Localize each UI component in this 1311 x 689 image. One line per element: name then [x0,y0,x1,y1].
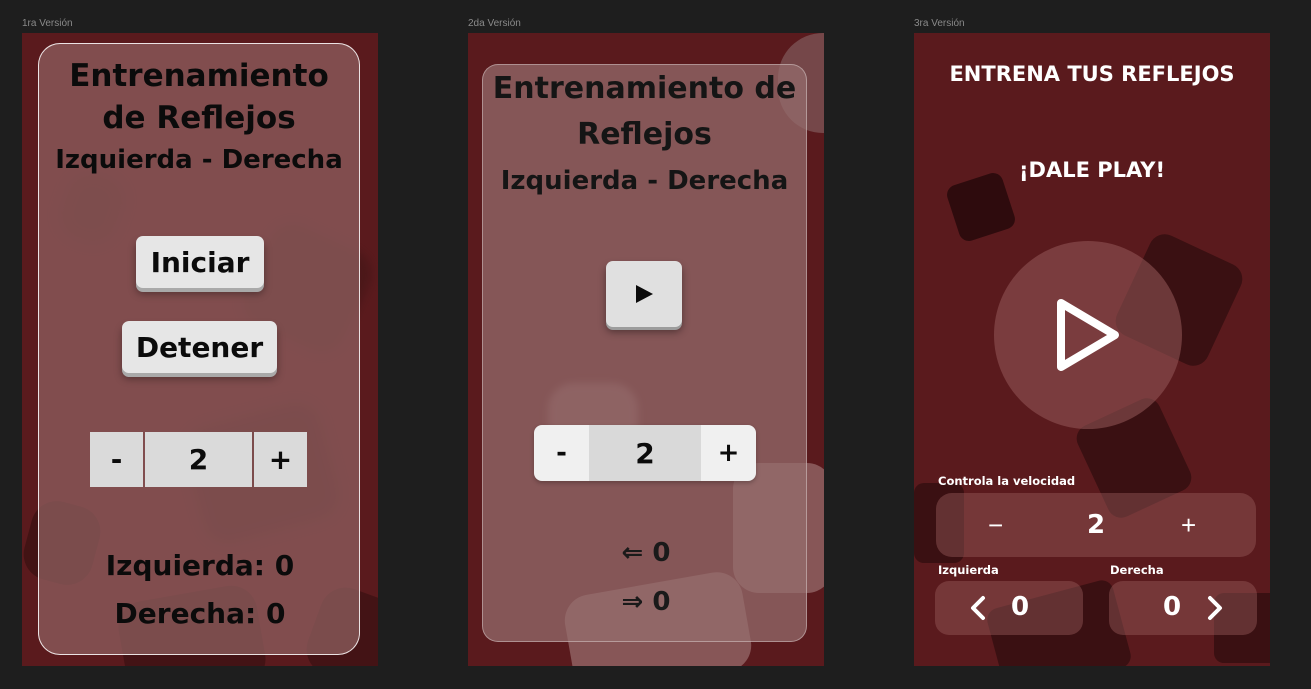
subtitle: Izquierda - Derecha [500,166,789,196]
speed-label: Controla la velocidad [938,474,1076,488]
left-score-box: 0 [935,581,1083,635]
decrement-button[interactable]: - [534,425,589,481]
stepper-value: 2 [1086,510,1106,540]
frame-label-v3: 3ra Versión [914,18,965,29]
phone-frame-v1: Entrenamiento de Reflejos Izquierda - De… [22,33,378,666]
speed-stepper: - 2 + [90,432,307,487]
play-icon [636,285,653,303]
play-button[interactable] [994,241,1182,429]
play-button[interactable] [606,261,682,327]
right-score-value: 0 [1163,592,1182,622]
right-score-box: 0 [1109,581,1257,635]
speed-stepper: − 2 + [936,493,1256,557]
play-outline-icon [1057,299,1119,371]
start-button[interactable]: Iniciar [136,236,264,288]
stop-button[interactable]: Detener [122,321,277,373]
chevron-left-icon [971,596,985,620]
increment-button[interactable]: + [254,432,307,487]
stepper-value: 2 [589,425,701,481]
phone-frame-v3: ENTRENA TUS REFLEJOS ¡DALE PLAY! Control… [914,33,1270,666]
right-score: ⇒ 0 [621,587,671,617]
title-line1: Entrenamiento [69,58,329,94]
title-line2: Reflejos [577,117,712,152]
title-line2: de Reflejos [102,100,296,136]
page-title: ENTRENA TUS REFLEJOS [949,62,1235,86]
title-line1: Entrenamiento de [492,71,797,106]
left-label: Izquierda [938,563,999,577]
chevron-right-icon [1208,596,1222,620]
frame-label-v1: 1ra Versión [22,18,73,29]
right-score: Derecha: 0 [114,597,286,630]
frame-label-v2: 2da Versión [468,18,521,29]
speed-stepper: - 2 + [534,425,756,481]
phone-frame-v2: Entrenamiento de Reflejos Izquierda - De… [468,33,824,666]
cta-text: ¡DALE PLAY! [1018,158,1166,182]
increment-button[interactable]: + [701,425,756,481]
right-label: Derecha [1110,563,1164,577]
left-score: ⇐ 0 [621,538,671,568]
increment-button[interactable]: + [1181,510,1196,541]
decrement-button[interactable]: - [90,432,143,487]
left-score-value: 0 [1011,592,1030,622]
left-score: Izquierda: 0 [105,549,295,582]
subtitle: Izquierda - Derecha [55,145,343,175]
stepper-value: 2 [145,432,252,487]
